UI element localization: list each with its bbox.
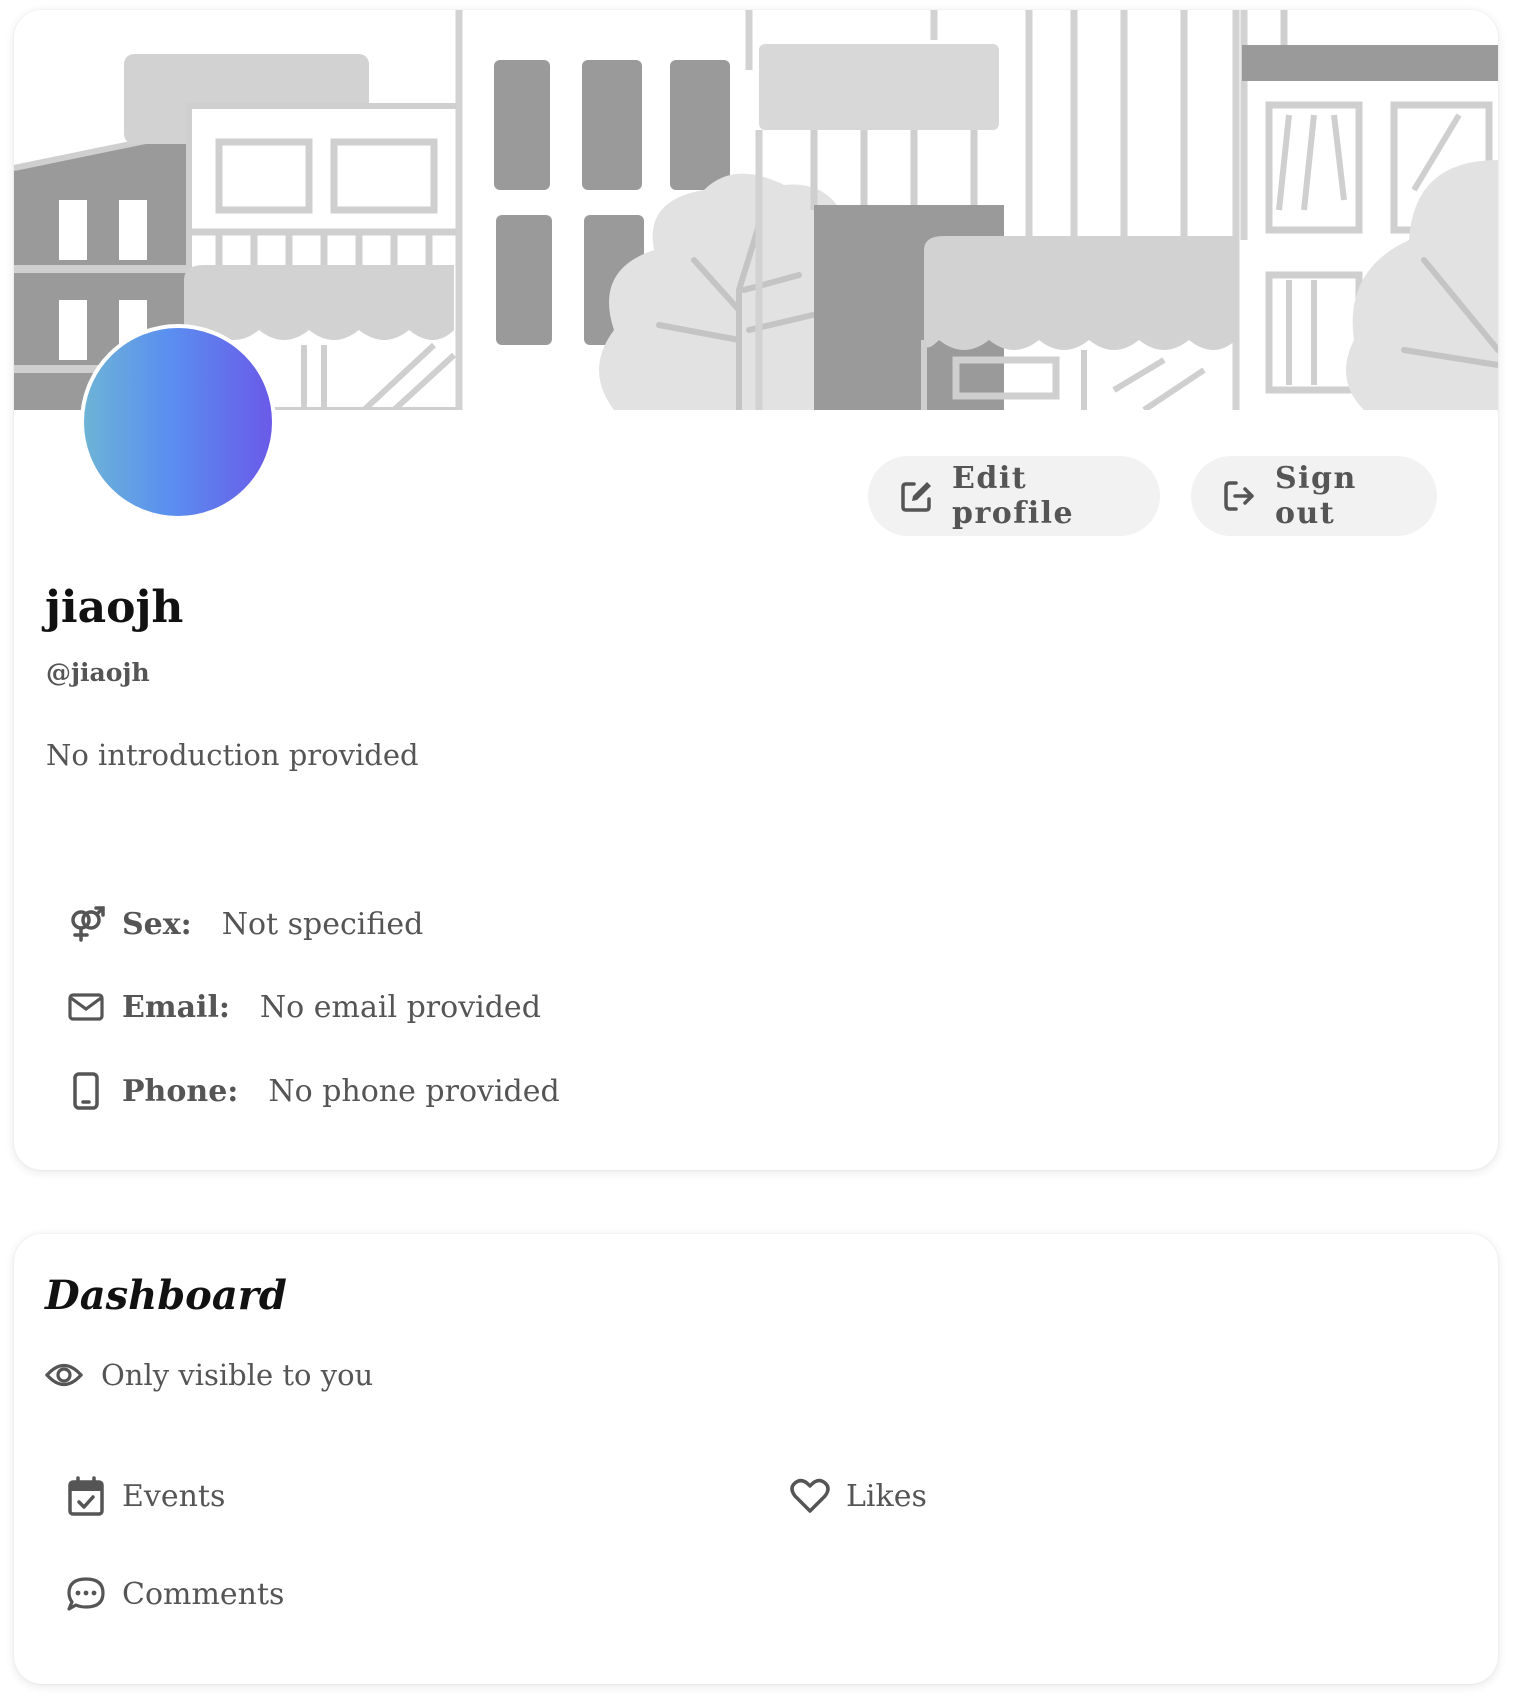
mobile-phone-icon <box>64 1069 108 1113</box>
sex-row: Sex: Not specified <box>64 899 423 949</box>
sign-out-button[interactable]: Sign out <box>1191 456 1437 536</box>
comments-label: Comments <box>122 1576 285 1612</box>
dashboard-card: Dashboard Only visible to you Events Lik… <box>14 1234 1498 1684</box>
email-label: Email: <box>122 989 230 1025</box>
sign-out-label: Sign out <box>1275 461 1357 531</box>
dashboard-events-link[interactable]: Events <box>64 1474 225 1518</box>
email-value: No email provided <box>259 989 541 1025</box>
gender-icon <box>64 902 108 946</box>
visibility-text: Only visible to you <box>101 1358 374 1392</box>
visibility-note: Only visible to you <box>45 1358 373 1392</box>
introduction-text: No introduction provided <box>46 738 419 772</box>
phone-row: Phone: No phone provided <box>64 1066 560 1116</box>
dashboard-comments-link[interactable]: Comments <box>64 1572 284 1616</box>
phone-label: Phone: <box>122 1073 239 1109</box>
phone-value: No phone provided <box>268 1073 560 1109</box>
email-row: Email: No email provided <box>64 982 541 1032</box>
profile-card: Edit profile Sign out jiaojh @jiaojh No … <box>14 10 1498 1170</box>
sex-label: Sex: <box>122 906 192 942</box>
eye-icon <box>45 1363 83 1387</box>
sign-out-icon <box>1224 481 1254 511</box>
likes-label: Likes <box>846 1478 927 1514</box>
events-label: Events <box>122 1478 226 1514</box>
edit-profile-button[interactable]: Edit profile <box>868 456 1160 536</box>
dashboard-likes-link[interactable]: Likes <box>788 1474 927 1518</box>
display-name: jiaojh <box>45 582 184 633</box>
heart-icon <box>788 1474 832 1518</box>
dashboard-title: Dashboard <box>45 1272 287 1319</box>
edit-profile-label: Edit profile <box>952 461 1075 531</box>
envelope-icon <box>64 985 108 1029</box>
avatar[interactable] <box>80 324 276 520</box>
username-handle: @jiaojh <box>46 658 150 687</box>
pen-to-square-icon <box>901 482 931 512</box>
comment-dots-icon <box>64 1572 108 1616</box>
sex-value: Not specified <box>221 906 424 942</box>
calendar-check-icon <box>64 1474 108 1518</box>
